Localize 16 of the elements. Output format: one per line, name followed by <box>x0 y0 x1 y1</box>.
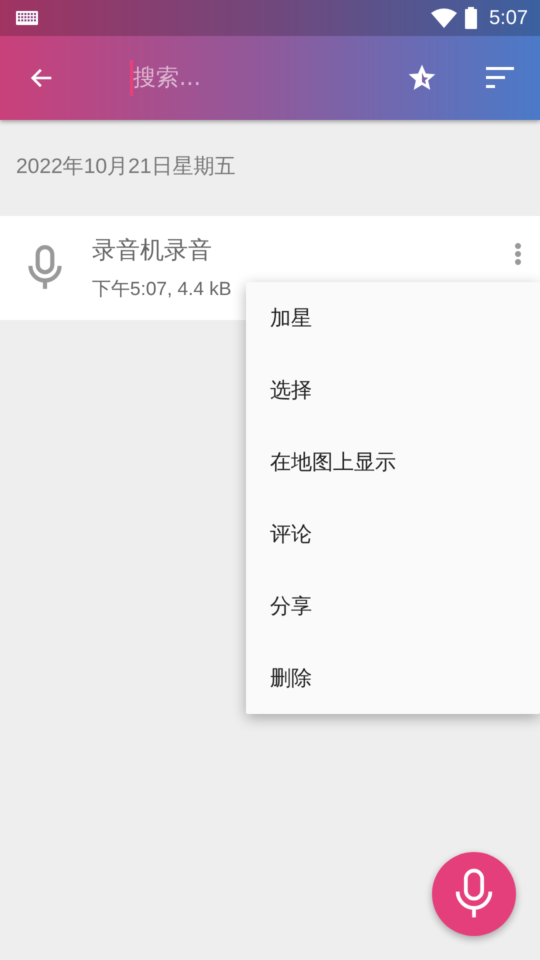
menu-item[interactable]: 在地图上显示 <box>246 426 540 498</box>
menu-item[interactable]: 选择 <box>246 354 540 426</box>
battery-icon <box>465 7 478 29</box>
keyboard-icon <box>16 11 38 25</box>
menu-item[interactable]: 评论 <box>246 498 540 570</box>
record-button[interactable] <box>432 852 516 936</box>
search-field[interactable]: 搜索... <box>130 60 362 96</box>
more-icon <box>514 242 522 266</box>
wifi-icon <box>431 8 458 28</box>
recording-details: 下午5:07, 4.4 kB <box>92 278 232 302</box>
menu-item[interactable]: 删除 <box>246 642 540 714</box>
sort-icon <box>486 67 516 89</box>
status-time: 5:07 <box>489 6 528 30</box>
recording-title: 录音机录音 <box>92 235 213 266</box>
menu-item[interactable]: 分享 <box>246 570 540 642</box>
date-header: 2022年10月21日星期五 <box>15 154 236 180</box>
